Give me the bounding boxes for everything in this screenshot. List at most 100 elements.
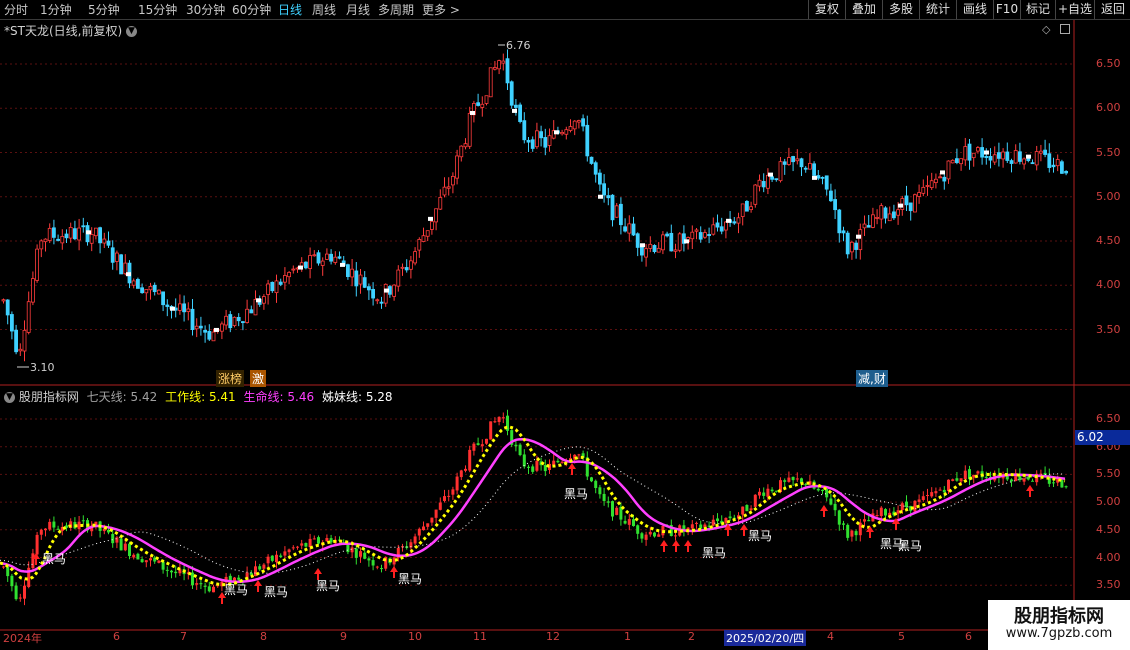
indicator-candle-body: [850, 530, 854, 537]
date-label: 9: [340, 630, 347, 643]
indicator-candle-body: [455, 476, 459, 491]
candle-body: [47, 227, 52, 241]
limit-up-badge[interactable]: 涨榜: [216, 370, 245, 387]
candle-body: [984, 156, 989, 159]
candle-body: [757, 179, 762, 187]
candle-body: [593, 162, 598, 175]
indicator-candle-body: [829, 498, 833, 505]
date-label: 12: [546, 630, 560, 643]
indicator-candle-body: [191, 572, 194, 586]
candle-body: [526, 139, 531, 143]
candle-body: [673, 249, 678, 252]
date-label: 7: [180, 630, 187, 643]
doji-marker: [512, 108, 517, 113]
candle-body: [144, 289, 149, 294]
candle-body: [749, 206, 753, 211]
candle-body: [971, 152, 976, 159]
candle-body: [5, 299, 10, 316]
indicator-candle-body: [501, 417, 505, 419]
indicator-candle-body: [875, 515, 879, 517]
indicator-candle-body: [1031, 480, 1034, 482]
indicator-candle-body: [207, 586, 211, 592]
doji-marker: [940, 170, 945, 175]
indicator-candle-body: [39, 529, 43, 535]
indicator-candle-body: [123, 543, 127, 551]
indicator-candle-body: [270, 555, 274, 561]
candle-body: [261, 296, 266, 304]
indicator-candle-body: [203, 585, 207, 587]
candle-body: [329, 253, 334, 262]
indicator-candle-body: [14, 585, 18, 600]
candle-body: [270, 281, 275, 292]
indicator-settings-icon[interactable]: ▼: [4, 392, 15, 403]
indicator-candle-body: [535, 460, 539, 471]
candle-body: [182, 303, 187, 313]
candle-body: [535, 130, 539, 148]
candle-body: [161, 291, 166, 306]
indicator-candle-body: [905, 501, 908, 508]
indicator-candle-body: [640, 533, 644, 539]
dark-horse-label: 黑马: [748, 529, 773, 543]
price-tick: 4.50: [1096, 522, 1121, 536]
candle-body: [282, 275, 287, 283]
candle-body: [30, 278, 35, 303]
low-price-label: 3.10: [30, 361, 55, 374]
reduce-holding-badge[interactable]: 减,财: [856, 370, 888, 387]
candle-body: [1051, 164, 1056, 168]
candle-body: [165, 304, 170, 307]
candle-body: [60, 236, 65, 244]
indicator-candle-body: [787, 477, 791, 482]
candle-body: [240, 321, 245, 324]
candle-body: [14, 329, 19, 353]
candle-body: [606, 195, 611, 199]
candle-body: [883, 207, 888, 219]
indicator-candle-body: [976, 471, 980, 474]
indicator-candle-body: [1064, 486, 1068, 488]
candle-body: [850, 241, 854, 253]
candle-body: [610, 194, 615, 221]
indicator-candle-body: [258, 566, 262, 570]
indicator-candle-body: [858, 522, 862, 536]
candle-body: [875, 216, 879, 219]
candle-body: [908, 202, 913, 212]
candle-body: [560, 131, 564, 135]
indicator-candle-body: [266, 556, 270, 564]
candle-body: [198, 325, 203, 329]
doji-marker: [640, 243, 645, 248]
indicator-candle-body: [938, 489, 942, 491]
indicator-candle-body: [653, 532, 656, 537]
buy-arrow-icon: [866, 526, 874, 538]
doji-marker: [340, 262, 345, 267]
candle-body: [677, 233, 682, 251]
candle-body: [131, 280, 136, 286]
indicator-candle-body: [371, 560, 375, 566]
watermark-url: www.7gpzb.com: [1005, 626, 1113, 641]
surge-badge[interactable]: 激: [250, 370, 267, 387]
candle-body: [324, 253, 329, 260]
price-tick: 3.50: [1096, 322, 1121, 336]
candle-body: [652, 245, 657, 253]
candle-body: [904, 195, 909, 206]
indicator-candle-body: [140, 559, 144, 563]
candle-body: [459, 145, 464, 158]
candle-body: [1022, 158, 1026, 165]
candle-body: [698, 232, 703, 240]
indicator-candle-body: [972, 474, 976, 478]
price-tick: 5.50: [1096, 467, 1121, 481]
indicator-candle-body: [485, 438, 488, 444]
life-line-value: 5.46: [287, 390, 315, 404]
candle-body: [375, 299, 380, 302]
sister-line-value: 5.28: [365, 390, 393, 404]
candle-body: [488, 67, 493, 98]
indicator-candle-body: [896, 510, 900, 514]
doji-marker: [298, 265, 303, 270]
candle-body: [627, 223, 632, 234]
candle-body: [791, 156, 795, 163]
kline-chart[interactable]: 6.76 3.10: [0, 0, 1130, 650]
price-tick: 4.50: [1096, 234, 1121, 247]
date-label: 2: [688, 630, 695, 643]
indicator-candle-body: [291, 547, 295, 549]
indicator-candle-body: [821, 489, 824, 491]
indicator-candle-body: [615, 507, 619, 515]
candle-body: [719, 226, 724, 232]
